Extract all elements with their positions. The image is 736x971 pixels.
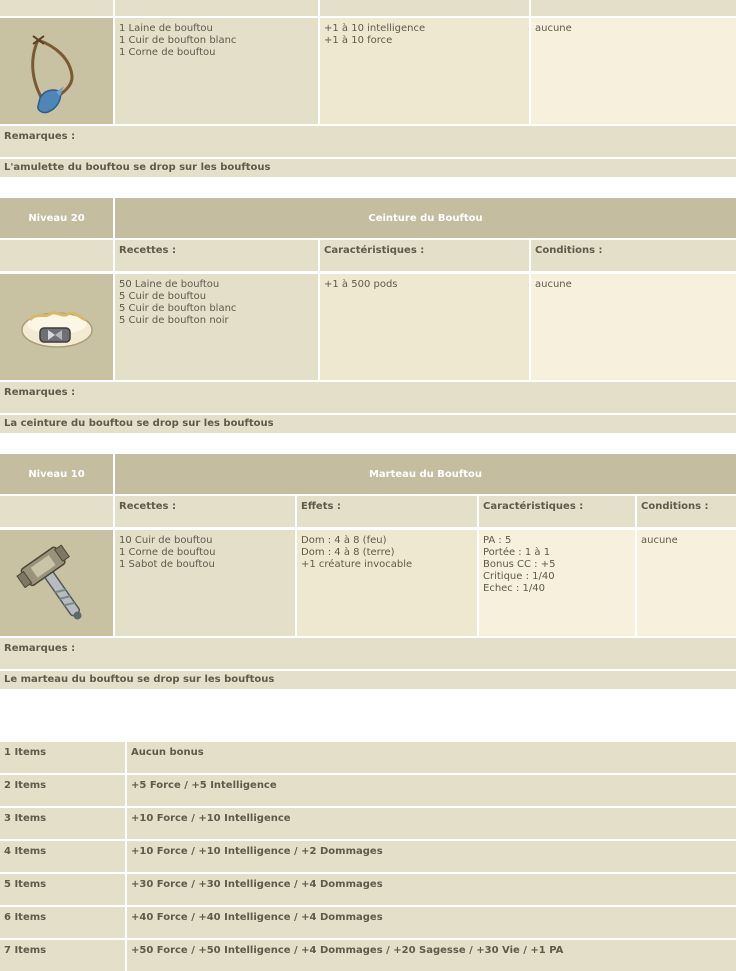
marteau-characteristics: PA : 5 Portée : 1 à 1 Bonus CC : +5 Crit… <box>479 530 635 636</box>
amulette-conditions: aucune <box>531 18 736 124</box>
ceinture-header-recipes: Recettes : <box>115 240 318 271</box>
amulette-characteristics: +1 à 10 intelligence +1 à 10 force <box>320 18 529 124</box>
marteau-image-cell <box>0 530 113 636</box>
ceinture-name: Ceinture du Bouftou <box>115 198 736 238</box>
set-bonus-value: Aucun bonus <box>127 742 736 773</box>
amulette-header-cell-conditions <box>531 0 736 16</box>
set-bonus-items-count: 3 Items <box>0 808 125 839</box>
ceinture-remarks-label: Remarques : <box>0 382 736 413</box>
marteau-header-characteristics: Caractéristiques : <box>479 496 635 527</box>
amulette-header-cell-characteristics <box>320 0 529 16</box>
set-bonus-value: +40 Force / +40 Intelligence / +4 Dommag… <box>127 907 736 938</box>
marteau-recipe: 10 Cuir de bouftou 1 Corne de bouftou 1 … <box>115 530 295 636</box>
ceinture-characteristics: +1 à 500 pods <box>320 274 529 380</box>
ceinture-level: Niveau 20 <box>0 198 113 238</box>
set-bonus-items-count: 4 Items <box>0 841 125 872</box>
marteau-header-cell-image <box>0 496 113 527</box>
marteau-header-recipes: Recettes : <box>115 496 295 527</box>
set-bonus-items-count: 1 Items <box>0 742 125 773</box>
set-bonus-value: +5 Force / +5 Intelligence <box>127 775 736 806</box>
amulette-remark: L'amulette du bouftou se drop sur les bo… <box>0 159 736 177</box>
marteau-header-effects: Effets : <box>297 496 477 527</box>
set-bonus-value: +50 Force / +50 Intelligence / +4 Dommag… <box>127 940 736 971</box>
amulette-remarks-label: Remarques : <box>0 126 736 157</box>
amulet-icon <box>31 35 74 114</box>
amulette-header-cell-image <box>0 0 113 16</box>
amulette-header-cell-recipes <box>115 0 318 16</box>
marteau-remark: Le marteau du bouftou se drop sur les bo… <box>0 671 736 689</box>
ceinture-conditions: aucune <box>531 274 736 380</box>
ceinture-recipe: 50 Laine de bouftou 5 Cuir de bouftou 5 … <box>115 274 318 380</box>
set-bonus-items-count: 2 Items <box>0 775 125 806</box>
marteau-level: Niveau 10 <box>0 454 113 494</box>
set-bonus-value: +30 Force / +30 Intelligence / +4 Dommag… <box>127 874 736 905</box>
marteau-effects: Dom : 4 à 8 (feu) Dom : 4 à 8 (terre) +1… <box>297 530 477 636</box>
ceinture-remark: La ceinture du bouftou se drop sur les b… <box>0 415 736 433</box>
ceinture-image-cell <box>0 274 113 380</box>
marteau-name: Marteau du Bouftou <box>115 454 736 494</box>
amulette-recipe: 1 Laine de bouftou 1 Cuir de boufton bla… <box>115 18 318 124</box>
hammer-icon <box>16 544 82 620</box>
marteau-conditions: aucune <box>637 530 736 636</box>
set-bonus-items-count: 5 Items <box>0 874 125 905</box>
belt-icon <box>21 311 93 348</box>
set-bonus-value: +10 Force / +10 Intelligence / +2 Dommag… <box>127 841 736 872</box>
ceinture-header-characteristics: Caractéristiques : <box>320 240 529 271</box>
ceinture-header-cell-image <box>0 240 113 271</box>
set-bonus-items-count: 7 Items <box>0 940 125 971</box>
ceinture-header-conditions: Conditions : <box>531 240 736 271</box>
set-bonus-value: +10 Force / +10 Intelligence <box>127 808 736 839</box>
amulette-image-cell <box>0 18 113 124</box>
marteau-remarks-label: Remarques : <box>0 638 736 669</box>
set-bonus-items-count: 6 Items <box>0 907 125 938</box>
marteau-header-conditions: Conditions : <box>637 496 736 527</box>
